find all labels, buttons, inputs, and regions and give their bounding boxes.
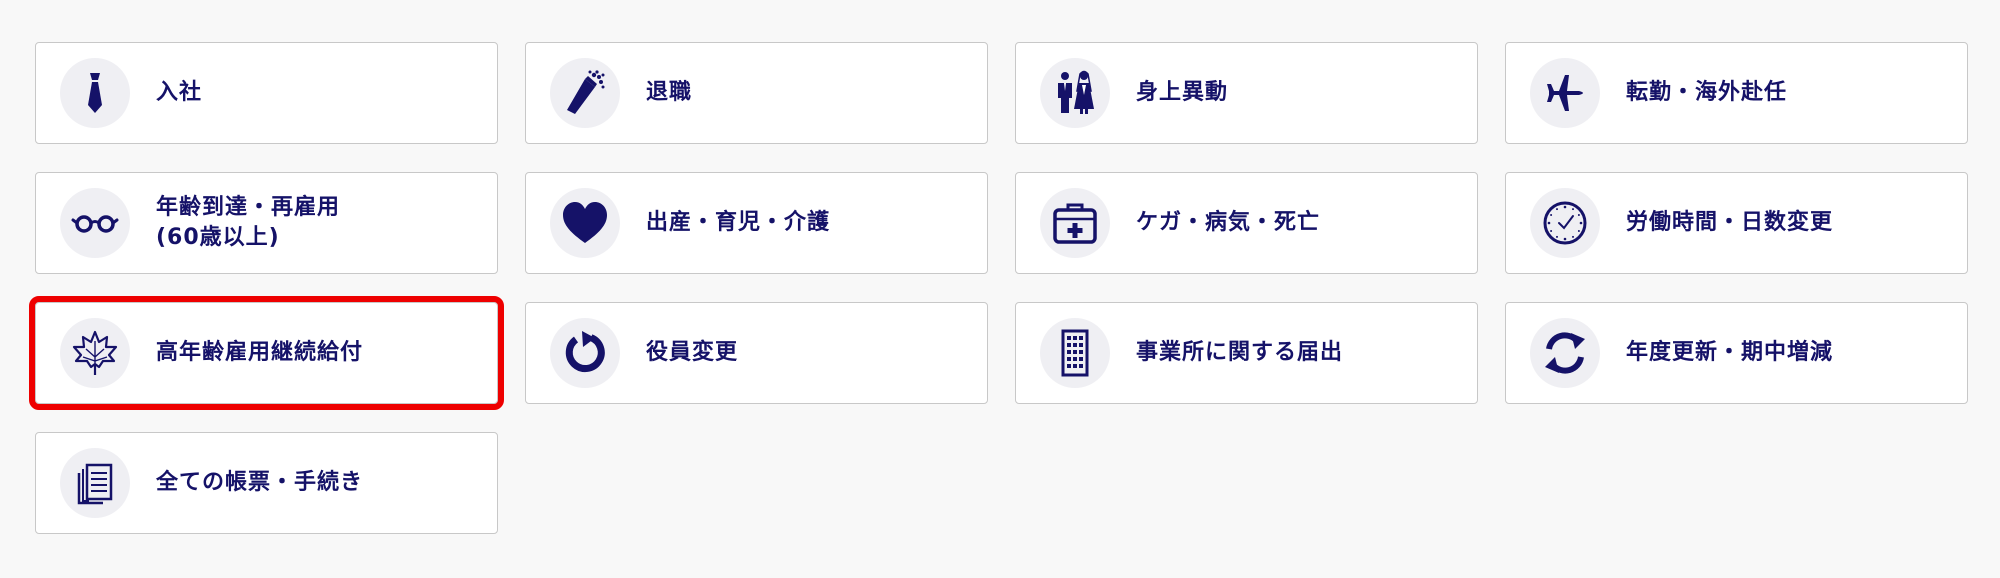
procedure-label: ケガ・病気・死亡 (1136, 210, 1321, 235)
procedure-label: 退職 (646, 80, 693, 105)
icon-circle (1530, 58, 1600, 128)
icon-circle (60, 188, 130, 258)
icon-circle (1530, 188, 1600, 258)
procedure-label: 高年齢雇用継続給付 (156, 340, 364, 365)
procedure-label: 出産・育児・介護 (646, 210, 831, 235)
icon-circle (1530, 318, 1600, 388)
procedure-label: 労働時間・日数変更 (1626, 210, 1834, 235)
glasses-icon (71, 215, 119, 233)
documents-icon (77, 463, 113, 505)
procedure-card-officer-change[interactable]: 役員変更 (525, 302, 988, 404)
procedure-card-retirement[interactable]: 退職 (525, 42, 988, 144)
procedure-card-all-forms[interactable]: 全ての帳票・手続き (35, 432, 498, 534)
icon-circle (60, 58, 130, 128)
procedure-card-elderly-employment-benefit[interactable]: 高年齢雇用継続給付 (29, 296, 504, 410)
icon-circle (1040, 188, 1110, 258)
necktie-icon (88, 73, 102, 113)
heart-icon (563, 202, 607, 243)
procedure-card-office-notification[interactable]: 事業所に関する届出 (1015, 302, 1478, 404)
procedure-label: 入社 (156, 80, 203, 105)
first-aid-kit-icon (1053, 203, 1097, 244)
maple-leaf-icon (72, 330, 118, 375)
procedure-card-childcare[interactable]: 出産・育児・介護 (525, 172, 988, 274)
procedure-label: 身上異動 (1136, 80, 1229, 105)
bouquet-icon (567, 70, 605, 114)
procedure-card-age-reemployment[interactable]: 年齢到達・再雇用 (60歳以上) (35, 172, 498, 274)
clock-icon (1543, 201, 1587, 245)
icon-circle (60, 318, 130, 388)
procedure-label: 年度更新・期中増減 (1626, 340, 1834, 365)
procedure-card-working-hours[interactable]: 労働時間・日数変更 (1505, 172, 1968, 274)
procedure-card-personal-change[interactable]: 身上異動 (1015, 42, 1478, 144)
sync-arrows-icon (1545, 332, 1585, 374)
procedure-card-joining[interactable]: 入社 (35, 42, 498, 144)
icon-circle (550, 188, 620, 258)
procedure-grid: 入社 退職 身上異動 転勤・海外赴任 年齢到達・再雇用 (60歳以上) 出産・育… (29, 42, 1968, 534)
procedure-label: 転勤・海外赴任 (1626, 80, 1788, 105)
procedure-label: 役員変更 (646, 340, 739, 365)
refresh-icon (565, 331, 605, 372)
airplane-icon (1547, 75, 1583, 111)
procedure-card-transfer[interactable]: 転勤・海外赴任 (1505, 42, 1968, 144)
icon-circle (550, 318, 620, 388)
procedure-label: 年齢到達・再雇用 (60歳以上) (156, 195, 341, 250)
procedure-card-injury-illness[interactable]: ケガ・病気・死亡 (1015, 172, 1478, 274)
office-building-icon (1061, 329, 1089, 377)
procedure-card-annual-renewal[interactable]: 年度更新・期中増減 (1505, 302, 1968, 404)
procedure-label: 全ての帳票・手続き (156, 470, 364, 495)
wedding-couple-icon (1058, 70, 1094, 114)
icon-circle (1040, 58, 1110, 128)
procedure-label: 事業所に関する届出 (1136, 340, 1344, 365)
icon-circle (550, 58, 620, 128)
icon-circle (60, 448, 130, 518)
icon-circle (1040, 318, 1110, 388)
